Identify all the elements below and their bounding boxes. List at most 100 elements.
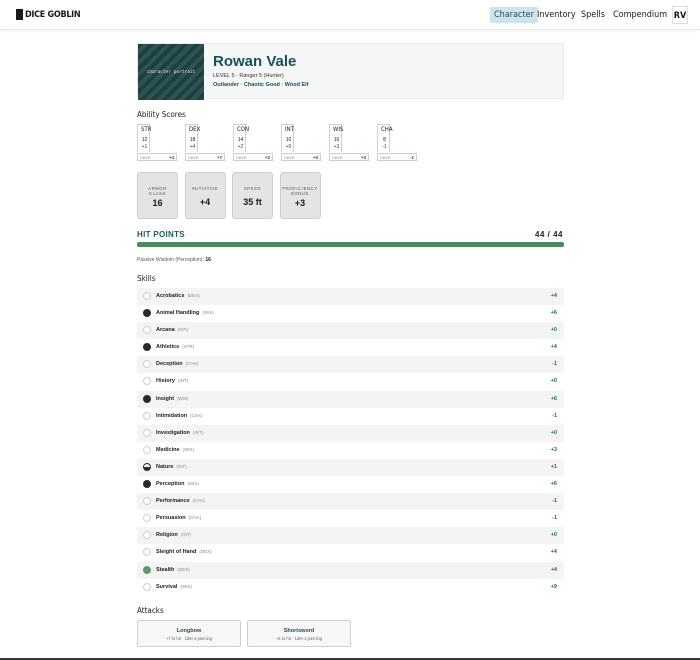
- skill-bonus: +4: [550, 344, 557, 351]
- character-level-class: LEVEL 5 · Ranger 5 (Hunter): [213, 73, 284, 79]
- skill-bonus: +6: [550, 481, 557, 488]
- ability-int[interactable]: INT 10 +0 SAVE +0: [281, 124, 321, 162]
- skill-attribute: (WIS): [177, 395, 189, 401]
- skill-attribute: (WIS): [187, 481, 199, 487]
- skill-name-text: Stealth: [156, 566, 175, 573]
- ability-modifier: +0: [285, 144, 292, 150]
- ability-name: CON: [237, 126, 250, 133]
- skill-name-text: Athletics: [156, 344, 180, 351]
- proficiency-icon[interactable]: [143, 548, 151, 557]
- skill-row-religion[interactable]: Religion (INT) +0: [137, 527, 564, 545]
- skill-row-performance[interactable]: Performance (CHA) -1: [137, 493, 564, 511]
- proficiency-icon[interactable]: [143, 292, 151, 300]
- skill-attribute: (INT): [177, 327, 188, 333]
- proficiency-icon[interactable]: [143, 360, 151, 369]
- saving-throw[interactable]: SAVE +4: [137, 153, 177, 161]
- proficiency-icon[interactable]: [143, 309, 151, 318]
- skill-attribute: (DEX): [177, 566, 190, 572]
- proficiency-icon[interactable]: [143, 343, 151, 352]
- skill-row-deception[interactable]: Deception (CHA) -1: [137, 356, 564, 374]
- saving-throw-value: -1: [409, 155, 414, 160]
- skill-name-text: Intimidation: [156, 412, 188, 419]
- skill-name: Animal Handling (WIS): [156, 310, 214, 316]
- skill-row-insight[interactable]: Insight (WIS) +6: [137, 390, 564, 408]
- ability-con[interactable]: CON 14 +2 SAVE +2: [233, 124, 273, 162]
- skill-row-investigation[interactable]: Investigation (INT) +0: [137, 424, 564, 442]
- user-avatar[interactable]: RV: [672, 6, 688, 24]
- saving-throw[interactable]: SAVE +2: [233, 153, 273, 161]
- saving-throw[interactable]: SAVE +0: [281, 153, 321, 161]
- proficiency-icon[interactable]: [143, 377, 151, 386]
- skill-attribute: (INT): [176, 463, 187, 469]
- skill-name-text: Sleight of Hand: [156, 549, 197, 556]
- proficiency-icon[interactable]: [143, 428, 151, 437]
- proficiency-icon[interactable]: [143, 480, 151, 489]
- skill-name: Arcana (INT): [156, 327, 188, 333]
- proficiency-icon[interactable]: [143, 326, 151, 335]
- saving-throw-label: SAVE: [236, 155, 247, 160]
- proficiency-icon[interactable]: [143, 497, 151, 506]
- skill-bonus: +0: [550, 532, 557, 539]
- skill-row-perception[interactable]: Perception (WIS) +6: [137, 476, 564, 493]
- ability-score: 16: [333, 137, 340, 143]
- ability-score-box: CHA 8 -1: [377, 124, 393, 152]
- proficiency-icon[interactable]: [143, 411, 151, 420]
- proficiency-icon[interactable]: [143, 565, 151, 574]
- skill-name-text: Performance: [156, 498, 190, 505]
- skill-name-text: Persuasion: [156, 515, 186, 522]
- hit-points-fill: [137, 242, 564, 247]
- nav-inventory[interactable]: Inventory: [533, 7, 580, 23]
- nav-character[interactable]: Character: [490, 7, 538, 23]
- skill-row-athletics[interactable]: Athletics (STR) +4: [137, 339, 564, 356]
- saving-throw-label: SAVE: [140, 155, 151, 160]
- saving-throw[interactable]: SAVE -1: [377, 153, 417, 161]
- ability-cha[interactable]: CHA 8 -1 SAVE -1: [377, 124, 417, 162]
- skill-row-stealth[interactable]: Stealth (DEX) +4: [137, 561, 564, 579]
- skill-attribute: (CHA): [190, 412, 203, 418]
- skill-bonus: +4: [550, 566, 557, 573]
- skill-row-survival[interactable]: Survival (WIS) +9: [137, 579, 564, 596]
- skills-title: Skills: [137, 274, 156, 283]
- proficiency-icon[interactable]: [143, 582, 151, 591]
- saving-throw-value: +0: [312, 155, 318, 160]
- skill-row-intimidation[interactable]: Intimidation (CHA) -1: [137, 408, 564, 425]
- skill-row-arcana[interactable]: Arcana (INT) +0: [137, 322, 564, 340]
- passive-perception-value: 16: [205, 257, 211, 263]
- skill-row-sleight-of-hand[interactable]: Sleight of Hand (DEX) +4: [137, 544, 564, 561]
- skill-name: Sleight of Hand (DEX): [156, 549, 212, 555]
- saving-throw[interactable]: SAVE +7: [185, 153, 225, 161]
- ability-dex[interactable]: DEX 18 +4 SAVE +7: [185, 124, 225, 162]
- skill-row-persuasion[interactable]: Persuasion (CHA) -1: [137, 510, 564, 527]
- skill-row-history[interactable]: History (INT) +0: [137, 373, 564, 390]
- logo-icon: [16, 9, 23, 20]
- skill-row-medicine[interactable]: Medicine (WIS) +3: [137, 442, 564, 459]
- skill-attribute: (DEX): [187, 293, 200, 298]
- proficiency-icon[interactable]: [143, 514, 151, 523]
- proficiency-icon[interactable]: [143, 531, 151, 540]
- nav-compendium[interactable]: Compendium: [609, 7, 671, 23]
- skill-name: Persuasion (CHA): [156, 515, 201, 521]
- logo-text: DICE GOBLIN: [25, 9, 81, 20]
- skill-row-nature[interactable]: Nature (INT) +1: [137, 458, 564, 477]
- proficiency-icon[interactable]: [143, 394, 151, 403]
- skill-row-acrobatics[interactable]: Acrobatics (DEX) +4: [137, 288, 564, 306]
- attack-longbow[interactable]: Longbow +7 to hit · 1d8+4 piercing: [137, 620, 241, 647]
- skill-name: Nature (INT): [156, 464, 187, 470]
- ability-str[interactable]: STR 12 +1 SAVE +4: [137, 124, 177, 162]
- skill-attribute: (STR): [182, 344, 195, 350]
- proficiency-icon[interactable]: [143, 445, 151, 454]
- stat-armor-class: ARMOR CLASS 16: [137, 172, 178, 219]
- skill-row-animal-handling[interactable]: Animal Handling (WIS) +6: [137, 305, 564, 322]
- skill-name-text: Arcana: [156, 327, 175, 334]
- saving-throw[interactable]: SAVE +3: [329, 153, 369, 161]
- saving-throw-label: SAVE: [284, 155, 295, 160]
- nav-spells[interactable]: Spells: [577, 7, 609, 23]
- app-logo[interactable]: DICE GOBLIN: [16, 9, 81, 20]
- hit-points-value: 44 / 44: [535, 230, 563, 239]
- proficiency-icon[interactable]: [143, 462, 151, 471]
- ability-wis[interactable]: WIS 16 +3 SAVE +3: [329, 124, 369, 162]
- skill-name: Insight (WIS): [156, 396, 189, 402]
- attack-shortsword[interactable]: Shortsword +4 to hit · 1d6+1 piercing: [247, 620, 351, 647]
- hit-points-bar: [137, 242, 564, 247]
- skill-attribute: (WIS): [182, 446, 195, 452]
